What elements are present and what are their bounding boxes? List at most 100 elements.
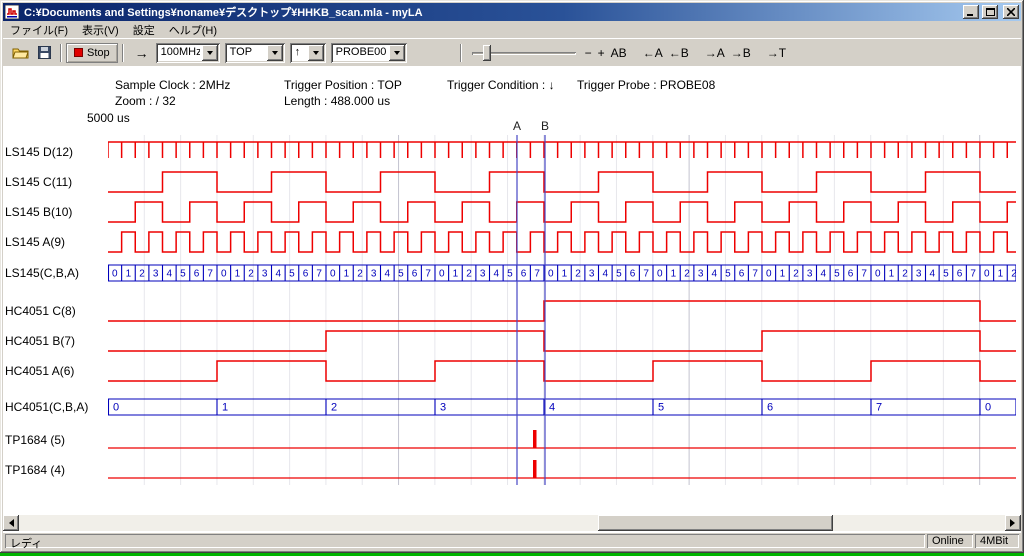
- toolbar-separator: [60, 44, 62, 62]
- svg-text:2: 2: [139, 269, 145, 280]
- channel-label-10: TP1684 (4): [5, 462, 65, 478]
- channel-label-7: HC4051 A(6): [5, 363, 74, 379]
- svg-text:0: 0: [548, 269, 554, 280]
- menu-item-view[interactable]: 表示(V): [75, 20, 126, 40]
- svg-text:6: 6: [303, 269, 309, 280]
- svg-text:0: 0: [766, 269, 772, 280]
- scroll-thumb[interactable]: [598, 515, 833, 531]
- svg-text:2: 2: [331, 402, 337, 414]
- goto-b-right-button[interactable]: →B: [728, 44, 754, 62]
- svg-text:7: 7: [425, 269, 431, 280]
- svg-text:2: 2: [248, 269, 254, 280]
- svg-text:1: 1: [671, 269, 677, 280]
- timescale-label: 5000 us: [87, 111, 130, 125]
- minimize-icon: [967, 9, 975, 16]
- channel-label-0: LS145 D(12): [5, 144, 73, 160]
- scroll-track[interactable]: [19, 515, 1005, 531]
- menu-item-help[interactable]: ヘルプ(H): [162, 20, 224, 40]
- svg-text:5: 5: [398, 269, 404, 280]
- sample-clock-value: 100MHz: [156, 43, 200, 63]
- dropdown-arrow-button[interactable]: [267, 45, 283, 61]
- svg-text:1: 1: [126, 269, 132, 280]
- scroll-right-button[interactable]: [1005, 515, 1021, 531]
- svg-text:4: 4: [930, 269, 936, 280]
- svg-text:2: 2: [466, 269, 472, 280]
- svg-text:5: 5: [507, 269, 513, 280]
- menu-item-file[interactable]: ファイル(F): [3, 20, 75, 40]
- scroll-left-button[interactable]: [3, 515, 19, 531]
- scroll-left-icon: [5, 519, 14, 527]
- svg-text:5: 5: [834, 269, 840, 280]
- svg-text:4: 4: [821, 269, 827, 280]
- svg-text:1: 1: [344, 269, 350, 280]
- ab-button[interactable]: AB: [608, 44, 630, 62]
- svg-text:0: 0: [112, 269, 118, 280]
- open-button[interactable]: [8, 42, 32, 64]
- goto-trigger-button[interactable]: →T: [764, 44, 789, 62]
- horizontal-scrollbar[interactable]: [3, 515, 1021, 531]
- waveform-canvas[interactable]: 0123456701234567012345670123456701234567…: [108, 135, 1016, 485]
- svg-text:6: 6: [630, 269, 636, 280]
- probe-select[interactable]: PROBE00: [331, 43, 407, 63]
- svg-text:7: 7: [643, 269, 649, 280]
- svg-text:3: 3: [371, 269, 377, 280]
- svg-text:6: 6: [194, 269, 200, 280]
- toolbar-separator: [122, 44, 124, 62]
- zoom-out-button[interactable]: −: [582, 44, 595, 62]
- svg-text:1: 1: [998, 269, 1004, 280]
- maximize-button[interactable]: [982, 5, 998, 19]
- scroll-right-icon: [1010, 519, 1019, 527]
- svg-text:7: 7: [534, 269, 540, 280]
- svg-text:5: 5: [289, 269, 295, 280]
- status-ready: レディ: [5, 534, 925, 548]
- dropdown-arrow-button[interactable]: [389, 45, 405, 61]
- slider-thumb[interactable]: [483, 45, 491, 61]
- svg-text:0: 0: [875, 269, 881, 280]
- zoom-slider[interactable]: [472, 44, 576, 62]
- minimize-button[interactable]: [963, 5, 979, 19]
- channel-label-1: LS145 C(11): [5, 174, 72, 190]
- goto-a-left-button[interactable]: ←A: [640, 44, 666, 62]
- svg-text:4: 4: [494, 269, 500, 280]
- chevron-down-icon: [394, 51, 400, 58]
- goto-a-right-button[interactable]: →A: [702, 44, 728, 62]
- status-memory: 4MBit: [975, 534, 1019, 548]
- svg-text:1: 1: [562, 269, 568, 280]
- goto-b-left-button[interactable]: ←B: [666, 44, 692, 62]
- svg-text:2: 2: [793, 269, 799, 280]
- save-button[interactable]: [32, 42, 56, 64]
- close-button[interactable]: [1003, 5, 1019, 19]
- sample-clock-select[interactable]: 100MHz: [156, 43, 220, 63]
- trigger-position-select[interactable]: TOP: [225, 43, 285, 63]
- svg-text:0: 0: [439, 269, 445, 280]
- svg-text:4: 4: [276, 269, 282, 280]
- channel-label-6: HC4051 B(7): [5, 333, 75, 349]
- chevron-down-icon: [207, 51, 213, 58]
- svg-text:7: 7: [316, 269, 322, 280]
- svg-text:4: 4: [603, 269, 609, 280]
- dropdown-arrow-button[interactable]: [202, 45, 218, 61]
- menu-item-settings[interactable]: 設定: [126, 20, 162, 40]
- cursor-b-label[interactable]: B: [540, 119, 550, 133]
- channel-label-column: LS145 D(12)LS145 C(11)LS145 B(10)LS145 A…: [5, 135, 108, 485]
- trigger-edge-select[interactable]: ↑: [290, 43, 326, 63]
- svg-text:4: 4: [385, 269, 391, 280]
- sample-clock-info: Sample Clock : 2MHz: [115, 78, 230, 92]
- length-info: Length : 488.000 us: [284, 94, 390, 108]
- svg-text:7: 7: [876, 402, 882, 414]
- channel-label-4: LS145(C,B,A): [5, 265, 79, 281]
- svg-text:5: 5: [725, 269, 731, 280]
- cursor-a-label[interactable]: A: [512, 119, 522, 133]
- svg-text:0: 0: [330, 269, 336, 280]
- app-window: C:¥Documents and Settings¥noname¥デスクトップ¥…: [0, 0, 1024, 553]
- save-floppy-icon: [38, 46, 51, 59]
- run-button[interactable]: →: [132, 43, 152, 63]
- dropdown-arrow-button[interactable]: [308, 45, 324, 61]
- zoom-in-button[interactable]: +: [595, 44, 608, 62]
- svg-text:6: 6: [412, 269, 418, 280]
- stop-button[interactable]: Stop: [66, 43, 118, 63]
- trigger-condition-info: Trigger Condition : ↓: [447, 78, 555, 92]
- stop-icon: [74, 48, 83, 57]
- chevron-down-icon: [313, 51, 319, 58]
- svg-text:2: 2: [357, 269, 363, 280]
